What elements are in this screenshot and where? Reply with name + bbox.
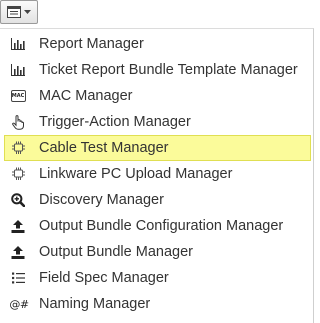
list-icon (7, 6, 21, 18)
search-plus-icon (10, 192, 26, 208)
menu-item-output-bundle-configuration-manager[interactable]: Output Bundle Configuration Manager (0, 213, 313, 239)
menu-item-trigger-action-manager[interactable]: Trigger-Action Manager (0, 109, 313, 135)
at-hash-icon: @# (9, 296, 29, 312)
menu-item-label: Report Manager (39, 36, 144, 52)
pointer-hand-icon (10, 114, 26, 130)
menu-item-output-bundle-manager[interactable]: Output Bundle Manager (0, 239, 313, 265)
cable-test-icon (10, 140, 26, 156)
menu-item-label: Naming Manager (39, 296, 151, 312)
mac-icon: MAC (10, 88, 26, 104)
caret-down-icon (24, 10, 31, 14)
menu-item-label: Cable Test Manager (39, 140, 169, 156)
menu-item-label: Trigger-Action Manager (39, 114, 191, 130)
manager-dropdown-menu: Report Manager Ticket Report Bundle Temp… (0, 28, 314, 323)
menu-item-linkware-pc-upload-manager[interactable]: Linkware PC Upload Manager (0, 161, 313, 187)
bar-chart-icon (10, 62, 26, 78)
menu-item-label: Output Bundle Manager (39, 244, 193, 260)
menu-item-report-manager[interactable]: Report Manager (0, 31, 313, 57)
menu-item-naming-manager[interactable]: @# Naming Manager (0, 291, 313, 317)
bar-chart-icon (10, 36, 26, 52)
list-bullets-icon (10, 270, 26, 286)
menu-item-mac-manager[interactable]: MAC MAC Manager (0, 83, 313, 109)
menu-item-label: Field Spec Manager (39, 270, 169, 286)
menu-item-label: Linkware PC Upload Manager (39, 166, 233, 182)
menu-item-label: Ticket Report Bundle Template Manager (39, 62, 298, 78)
upload-icon (10, 244, 26, 260)
mac-icon-text: MAC (10, 90, 26, 102)
upload-icon (10, 218, 26, 234)
menu-item-label: Discovery Manager (39, 192, 164, 208)
menu-toggle-button[interactable] (0, 0, 38, 24)
menu-item-cable-test-manager[interactable]: Cable Test Manager (4, 135, 311, 161)
menu-item-field-spec-manager[interactable]: Field Spec Manager (0, 265, 313, 291)
at-hash-icon-text: @# (9, 297, 29, 311)
menu-item-discovery-manager[interactable]: Discovery Manager (0, 187, 313, 213)
menu-item-label: MAC Manager (39, 88, 133, 104)
menu-item-ticket-report-bundle-template-manager[interactable]: Ticket Report Bundle Template Manager (0, 57, 313, 83)
menu-item-label: Output Bundle Configuration Manager (39, 218, 284, 234)
cable-test-icon (10, 166, 26, 182)
